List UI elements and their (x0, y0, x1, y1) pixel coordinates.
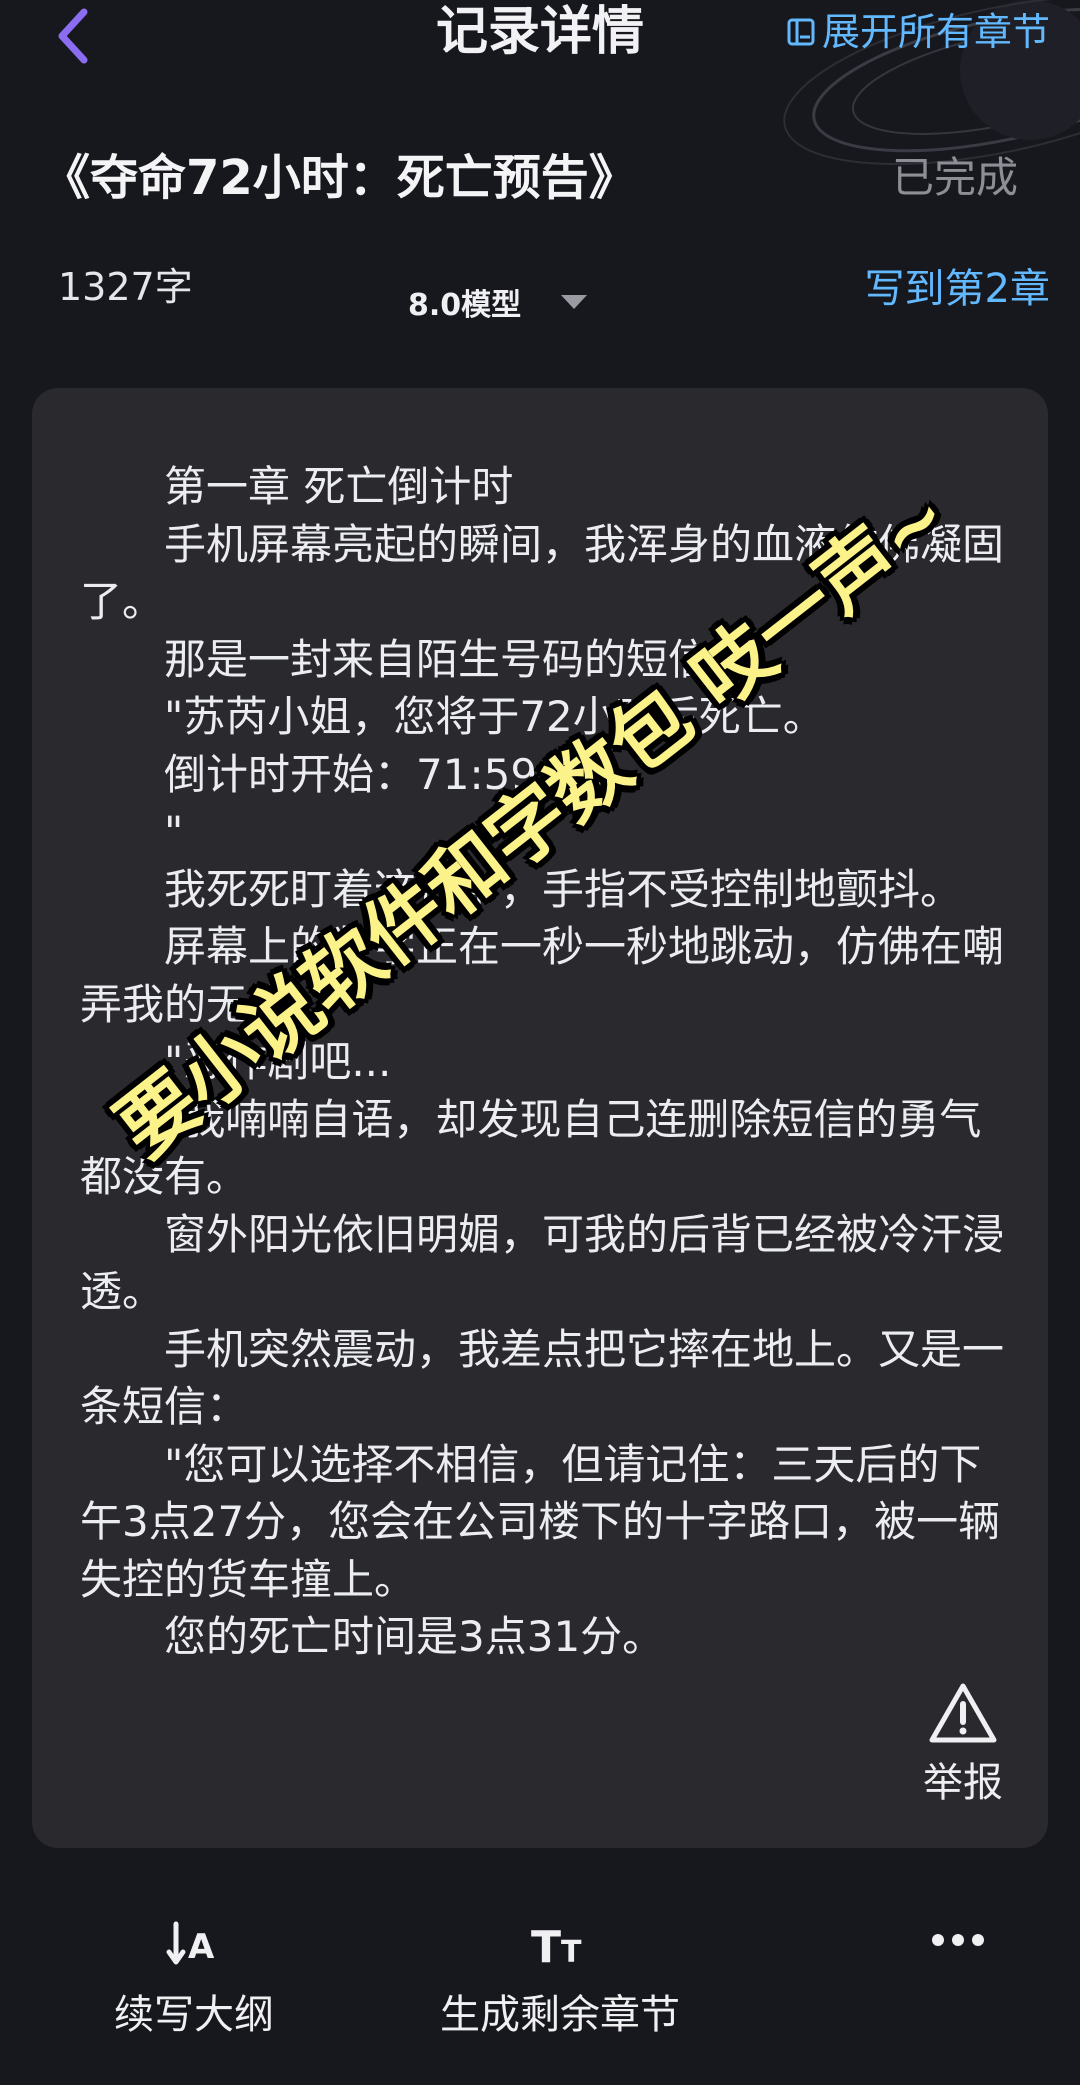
completion-status: 已完成 (891, 153, 1018, 202)
continue-outline-label: 续写大纲 (114, 1992, 274, 2038)
svg-text:A: A (188, 1927, 215, 1967)
book-title: 《夺命72小时：死亡预告》 (42, 150, 637, 206)
write-to-chapter-link[interactable]: 写到第2章 (865, 256, 1050, 314)
top-header: 记录详情 展开所有章节 (0, 0, 1080, 120)
word-count: 1327字 (58, 265, 193, 309)
model-label: 8.0模型 (408, 288, 522, 323)
report-label: 举报 (923, 1760, 1003, 1806)
meta-row: 1327字 8.0模型 写到第2章 (0, 250, 1080, 323)
outline-icon: A (166, 1921, 215, 1967)
svg-text:T: T (531, 1922, 561, 1970)
expand-all-label: 展开所有章节 (821, 10, 1050, 54)
story-paragraph: "您可以选择不相信，但请记住：三天后的下午3点27分，您会在公司楼下的十字路口，… (80, 1439, 1001, 1604)
dropdown-caret-icon (561, 295, 588, 309)
story-paragraph: 窗外阳光依旧明媚，可我的后背已经被冷汗浸透。 (80, 1209, 1005, 1317)
more-icon (932, 1934, 984, 1946)
story-paragraph: 那是一封来自陌生号码的短信： (164, 634, 753, 684)
text-size-icon: T T (531, 1922, 582, 1970)
report-button[interactable]: 举报 (908, 1682, 1018, 1808)
expand-chapters-icon (787, 18, 815, 46)
more-options-button[interactable] (928, 1932, 988, 1948)
generate-remaining-label: 生成剩余章节 (440, 1992, 680, 2038)
svg-text:T: T (561, 1935, 582, 1970)
warning-icon (929, 1683, 997, 1743)
expand-all-chapters-button[interactable]: 展开所有章节 (786, 8, 1050, 56)
continue-outline-button[interactable]: A 续写大纲 (104, 1920, 284, 2040)
story-paragraph: 您的死亡时间是3点31分。 (164, 1612, 665, 1661)
model-selector[interactable]: 8.0模型 (408, 280, 589, 324)
bottom-action-bar: A 续写大纲 T T 生成剩余章节 (0, 1900, 1080, 2085)
story-paragraph: 手机突然震动，我差点把它摔在地上。又是一条短信： (80, 1324, 1005, 1432)
generate-remaining-chapters-button[interactable]: T T 生成剩余章节 (420, 1920, 700, 2040)
